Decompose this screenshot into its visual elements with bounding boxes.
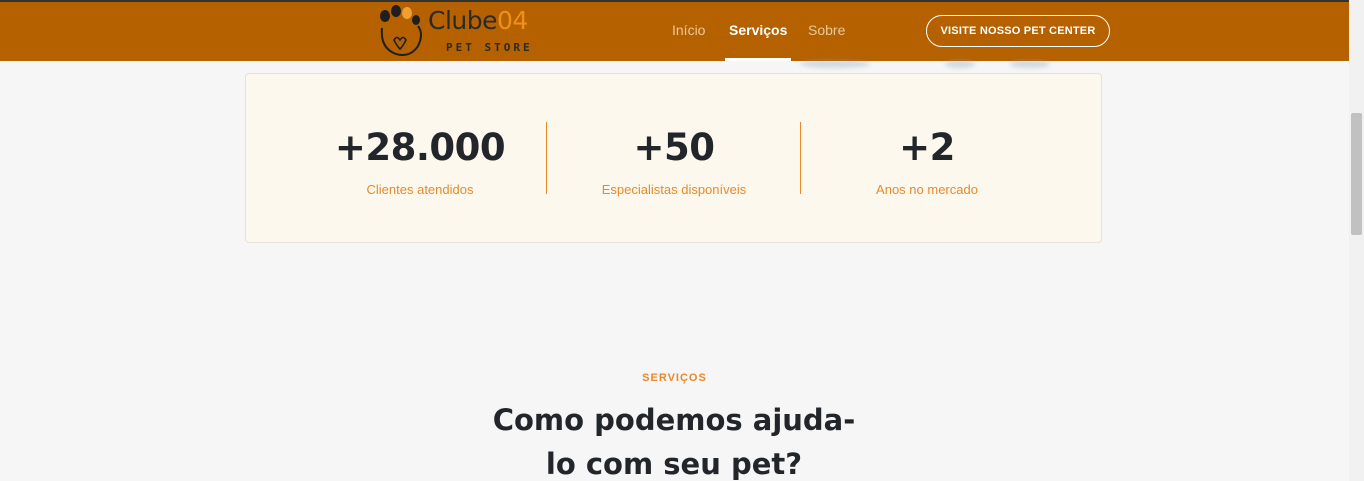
services-title-line: lo com seu pet?	[545, 447, 803, 481]
stat-label: Anos no mercado	[876, 182, 978, 197]
paw-pet-icon	[380, 5, 422, 56]
clube04-logo[interactable]: Clube04 PET STORE	[374, 4, 554, 58]
services-section-title: Como podemos ajuda- lo com seu pet?	[474, 398, 874, 481]
visit-pet-center-button[interactable]: VISITE NOSSO PET CENTER	[926, 15, 1110, 47]
services-section-tag: SERVIÇOS	[642, 372, 707, 384]
logo-subtitle: PET STORE	[446, 41, 533, 54]
nav-active-indicator	[725, 58, 791, 61]
stat-value: +28.000	[334, 126, 506, 169]
stats-card: +28.000 Clientes atendidos +50 Especiali…	[245, 73, 1102, 243]
site-header: Clube04 PET STORE Início Serviços Sobre …	[0, 2, 1349, 61]
stat-clients: +28.000 Clientes atendidos	[300, 124, 540, 197]
nav-inicio[interactable]: Início	[672, 22, 705, 42]
nav-sobre[interactable]: Sobre	[808, 22, 845, 42]
stat-label: Especialistas disponíveis	[601, 182, 747, 197]
nav-servicos[interactable]: Serviços	[729, 22, 787, 42]
stat-label: Clientes atendidos	[366, 182, 474, 197]
stat-divider	[800, 122, 801, 194]
stat-value: +50	[633, 126, 716, 169]
scrollbar-thumb[interactable]	[1351, 113, 1362, 235]
decorative-shadow	[945, 60, 975, 68]
logo-word-text: Clube	[428, 6, 498, 35]
stat-specialists: +50 Especialistas disponíveis	[554, 124, 794, 197]
page-scrollbar[interactable]	[1349, 0, 1364, 481]
services-title-line: Como podemos ajuda-	[492, 403, 856, 437]
logo-wordmark: Clube04	[428, 6, 528, 35]
logo-word-number: 04	[497, 6, 528, 35]
decorative-shadow	[800, 60, 870, 68]
stat-divider	[546, 122, 547, 194]
stat-value: +2	[899, 126, 955, 169]
decorative-shadow	[1010, 60, 1050, 68]
stat-years: +2 Anos no mercado	[807, 124, 1047, 197]
